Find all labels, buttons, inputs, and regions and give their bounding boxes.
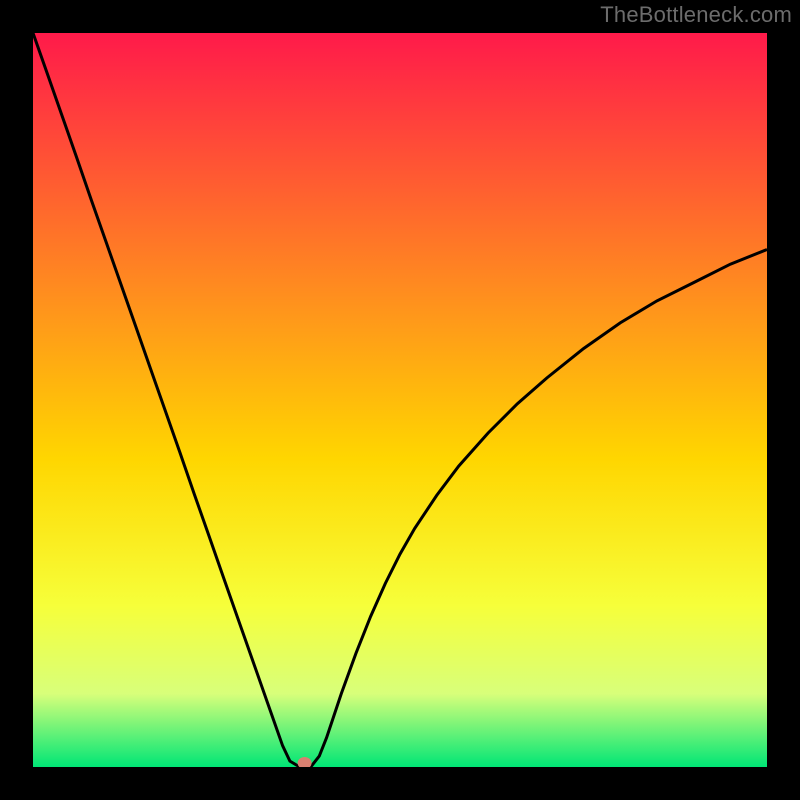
chart-frame: TheBottleneck.com xyxy=(0,0,800,800)
gradient-background xyxy=(33,33,767,767)
bottleneck-chart xyxy=(33,33,767,767)
attribution-text: TheBottleneck.com xyxy=(600,2,792,28)
